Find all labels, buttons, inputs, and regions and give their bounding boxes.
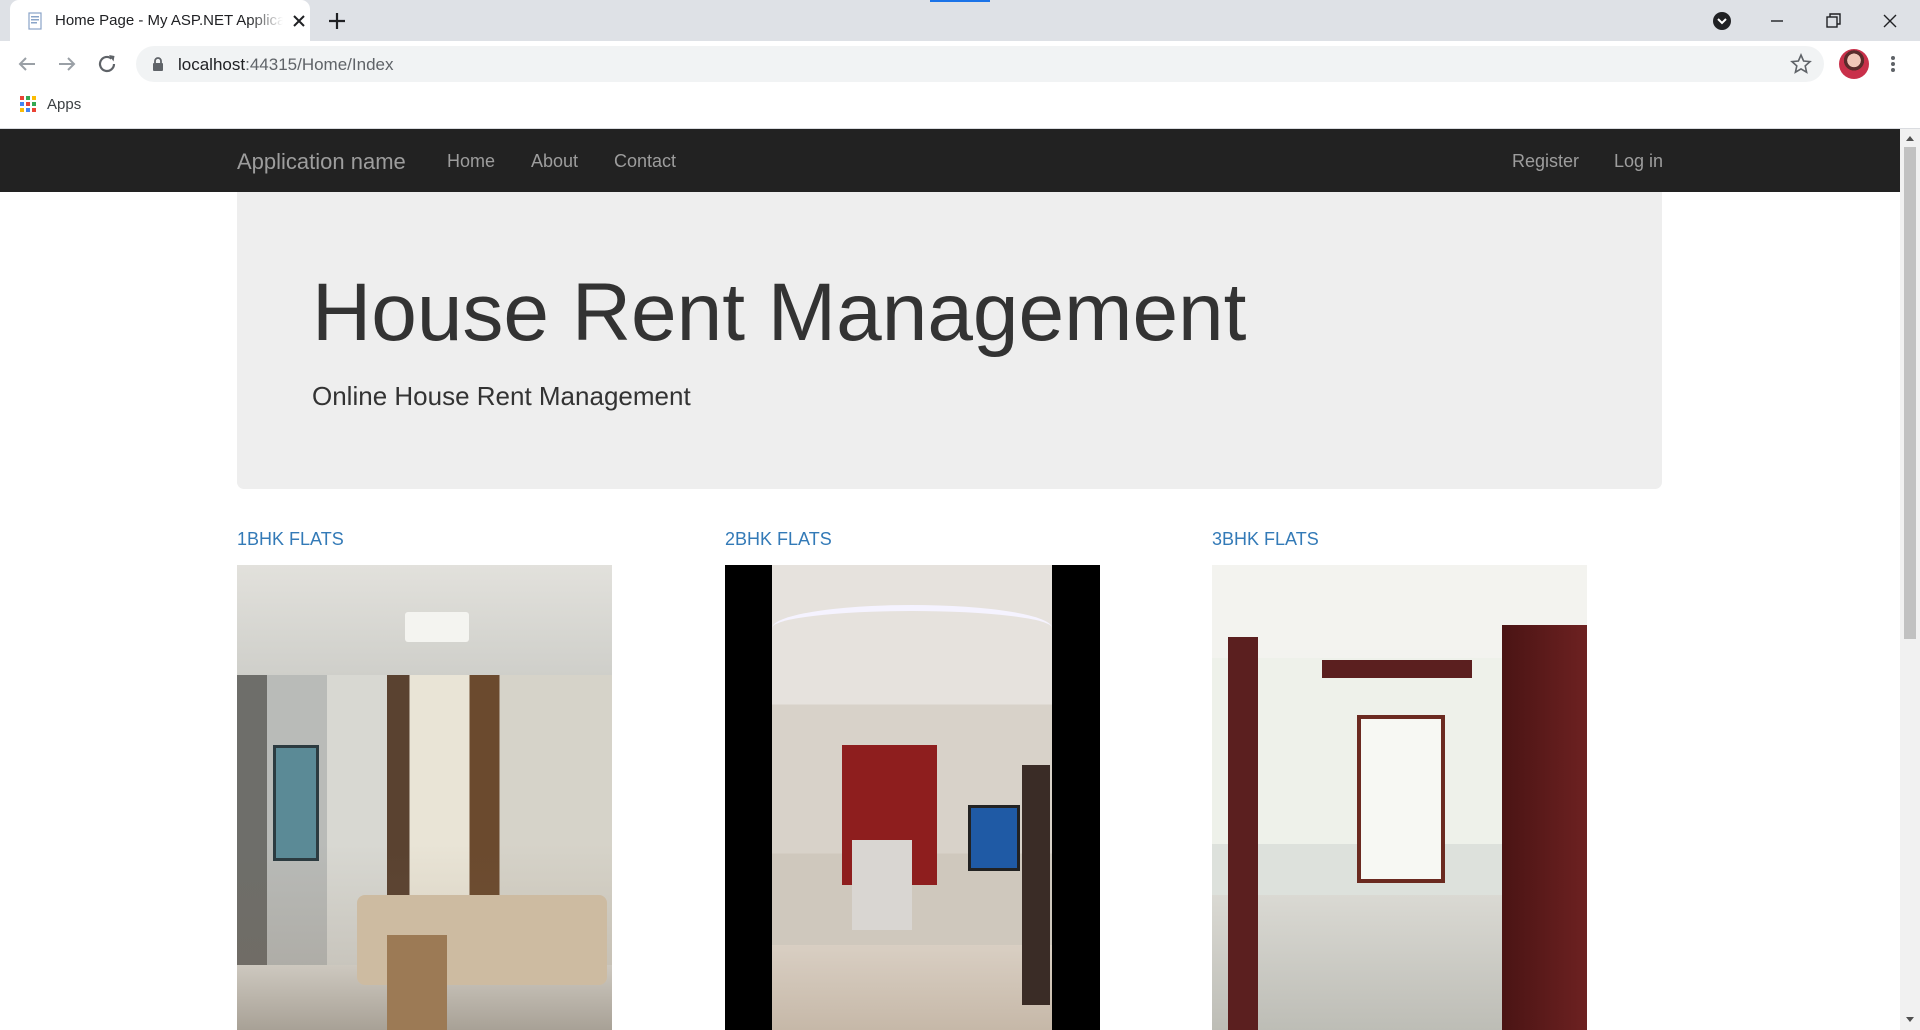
- nav-link-home[interactable]: Home: [447, 151, 495, 172]
- tab-search-icon[interactable]: [1709, 8, 1735, 34]
- restore-icon[interactable]: [1820, 8, 1846, 34]
- minimize-icon[interactable]: [1764, 8, 1790, 34]
- scroll-down-icon[interactable]: [1904, 1015, 1916, 1025]
- reload-icon[interactable]: [95, 52, 119, 76]
- apps-bookmark[interactable]: Apps: [47, 96, 81, 113]
- tab-loading-indicator: [930, 0, 990, 2]
- page-subtitle: Online House Rent Management: [312, 381, 691, 411]
- bookmarks-bar: [0, 87, 1920, 129]
- close-window-icon[interactable]: [1877, 8, 1903, 34]
- nav-link-contact[interactable]: Contact: [614, 151, 676, 172]
- back-icon[interactable]: [15, 52, 39, 76]
- flat-image-2bhk: [725, 565, 1100, 1030]
- close-tab-icon[interactable]: [290, 12, 308, 30]
- flat-link-3bhk[interactable]: 3BHK FLATS: [1212, 529, 1319, 550]
- nav-link-login[interactable]: Log in: [1614, 151, 1663, 172]
- flat-link-1bhk[interactable]: 1BHK FLATS: [237, 529, 344, 550]
- menu-icon[interactable]: [1881, 52, 1905, 76]
- jumbotron: House Rent Management Online House Rent …: [237, 192, 1662, 489]
- page-viewport: Application name Home About Contact Regi…: [0, 129, 1900, 1030]
- apps-grid-icon[interactable]: [20, 96, 36, 112]
- url-path: :44315/Home/Index: [245, 55, 394, 74]
- flat-image-1bhk: [237, 565, 612, 1030]
- flat-image-3bhk: [1212, 565, 1587, 1030]
- url-host: localhost: [178, 55, 246, 74]
- browser-tabstrip: Home Page - My ASP.NET Application: [0, 0, 1920, 41]
- navbar-brand[interactable]: Application name: [237, 149, 406, 175]
- address-bar[interactable]: localhost:44315/Home/Index: [136, 46, 1824, 82]
- flat-link-2bhk[interactable]: 2BHK FLATS: [725, 529, 832, 550]
- site-navbar: Application name Home About Contact Regi…: [0, 129, 1900, 192]
- browser-tab[interactable]: Home Page - My ASP.NET Application: [10, 0, 310, 41]
- new-tab-icon[interactable]: [326, 10, 348, 32]
- url-text: localhost:44315/Home/Index: [178, 55, 394, 75]
- profile-avatar[interactable]: [1839, 49, 1869, 79]
- page-title: House Rent Management: [312, 267, 1247, 358]
- page-favicon-icon: [28, 12, 42, 30]
- nav-link-about[interactable]: About: [531, 151, 578, 172]
- scrollbar-thumb[interactable]: [1904, 147, 1916, 639]
- scroll-up-icon[interactable]: [1904, 133, 1916, 143]
- lock-icon[interactable]: [150, 56, 166, 72]
- tab-title: Home Page - My ASP.NET Application: [55, 12, 283, 29]
- bookmark-star-icon[interactable]: [1790, 53, 1812, 75]
- forward-icon[interactable]: [55, 52, 79, 76]
- nav-link-register[interactable]: Register: [1512, 151, 1579, 172]
- page-scrollbar[interactable]: [1900, 129, 1920, 1030]
- browser-toolbar: localhost:44315/Home/Index: [0, 41, 1920, 87]
